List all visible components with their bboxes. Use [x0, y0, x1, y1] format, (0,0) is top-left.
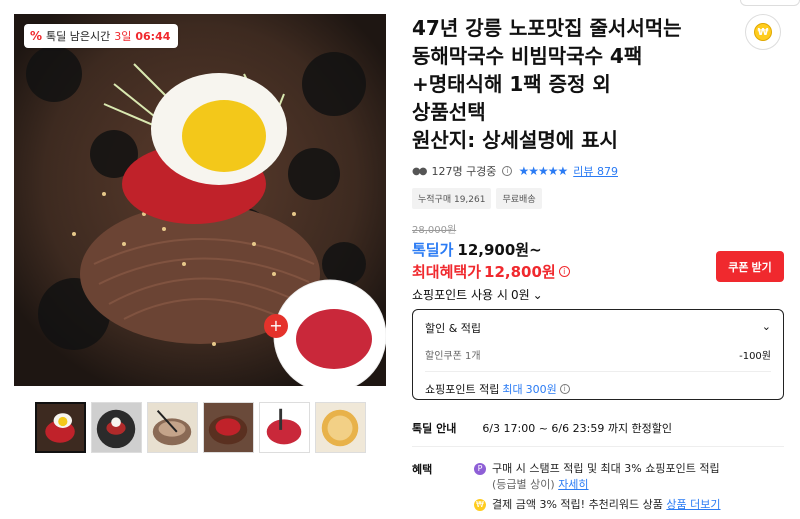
info-icon[interactable]: i: [502, 166, 513, 176]
deal-timer-time: 06:44: [135, 29, 171, 43]
coupon-amount: -100원: [739, 351, 771, 362]
benefits-list: P 구매 시 스탬프 적립 및 최대 3% 쇼핑포인트 적립 (등급별 상이) …: [474, 461, 784, 517]
points-max-value: 300원: [525, 383, 557, 396]
deal-price-value: 12,900원~: [457, 241, 542, 259]
product-tags: 누적구매 19,261 무료배송: [412, 188, 542, 209]
deal-price: 톡딜가 12,900원~: [412, 239, 542, 260]
get-coupon-button[interactable]: 쿠폰 받기: [716, 251, 784, 282]
info-icon[interactable]: i: [559, 384, 570, 394]
thumbnail-2[interactable]: [91, 402, 142, 453]
thumbnail-3[interactable]: [147, 402, 198, 453]
top-pill: [740, 0, 800, 6]
deal-timer-label: 톡딜 남은시간: [46, 30, 111, 43]
coupon-label: 할인쿠폰 1개: [425, 351, 481, 362]
coupon-row: 할인쿠폰 1개 -100원: [425, 347, 771, 362]
list-item: ₩ 결제 금액 3% 적립! 추천리워드 상품 상품 더보기: [474, 497, 784, 513]
coin-icon: ₩: [754, 23, 772, 41]
benefit-1-sub: (등급별 상이): [492, 478, 555, 491]
divider: [425, 371, 771, 372]
max-benefit-price: 최대혜택가 12,800원 i: [412, 261, 570, 282]
chevron-down-icon: ⌄: [532, 287, 543, 302]
points-earn-label: 쇼핑포인트 적립: [425, 383, 500, 396]
list-item: P 구매 시 스탬프 적립 및 최대 3% 쇼핑포인트 적립 (등급별 상이) …: [474, 461, 784, 493]
noodle-photo: +: [14, 14, 386, 386]
discount-and-points-box: 할인 & 적립 ⌄ 할인쿠폰 1개 -100원 쇼핑포인트 적립 최대 300원…: [412, 309, 784, 400]
benefit-box-header[interactable]: 할인 & 적립 ⌄: [425, 320, 771, 336]
deal-guide-row: 톡딜 안내 6/3 17:00 ~ 6/6 23:59 까지 한정할인: [412, 420, 672, 436]
benefits-key: 혜택: [412, 463, 433, 476]
tag-free-shipping: 무료배송: [496, 188, 542, 209]
points-use-label: 쇼핑포인트 사용 시: [412, 288, 508, 302]
points-earn-row: 쇼핑포인트 적립 최대 300원 i: [425, 381, 771, 397]
talk-coin-button[interactable]: ₩: [745, 14, 781, 50]
max-benefit-value: 12,800원: [484, 263, 556, 281]
product-title: 47년 강릉 노포맛집 줄서서먹는 동해막국수 비빔막국수 4팩 +명태식해 1…: [412, 16, 682, 152]
deal-timer-days: 3일: [114, 30, 132, 43]
deal-timer-badge: % 톡딜 남은시간 3일 06:44: [24, 24, 179, 48]
deal-price-label: 톡딜가: [412, 241, 454, 259]
thumbnail-6[interactable]: [315, 402, 366, 453]
points-use-dropdown[interactable]: 쇼핑포인트 사용 시 0원 ⌄: [412, 286, 543, 303]
max-benefit-label: 최대혜택가: [412, 263, 482, 281]
benefit-box-title: 할인 & 적립: [425, 322, 482, 335]
details-link[interactable]: 자세히: [558, 478, 588, 491]
thumbnail-4[interactable]: [203, 402, 254, 453]
points-max-label: 최대: [502, 383, 523, 396]
review-link[interactable]: 리뷰 879: [573, 163, 618, 179]
svg-text:+: +: [269, 316, 282, 335]
viewers-count: 127명 구경중: [431, 165, 497, 178]
deal-guide-key: 톡딜 안내: [412, 422, 457, 435]
tag-cumulative-purchases: 누적구매 19,261: [412, 188, 492, 209]
chevron-down-icon: ⌄: [761, 320, 771, 333]
eyes-icon: ●●: [412, 165, 428, 177]
thumbnail-strip: [35, 402, 366, 453]
thumbnail-5[interactable]: [259, 402, 310, 453]
coin-icon: ₩: [474, 499, 486, 511]
main-product-image[interactable]: + % 톡딜 남은시간 3일 06:44: [14, 14, 386, 386]
benefit-2-text: 결제 금액 3% 적립! 추천리워드 상품: [492, 498, 663, 511]
percent-icon: %: [30, 29, 43, 43]
original-price: 28,000원: [412, 225, 457, 236]
product-meta: ●● 127명 구경중 i ★★★★★ 리뷰 879: [412, 163, 618, 179]
points-icon: P: [474, 463, 486, 475]
more-products-link[interactable]: 상품 더보기: [666, 498, 720, 511]
rating-stars: ★★★★★: [518, 164, 568, 178]
divider: [412, 446, 784, 447]
info-icon[interactable]: i: [558, 266, 570, 277]
thumbnail-1[interactable]: [35, 402, 86, 453]
deal-guide-value: 6/3 17:00 ~ 6/6 23:59 까지 한정할인: [482, 422, 673, 435]
points-use-value: 0원: [510, 288, 530, 302]
benefit-1-text: 구매 시 스탬프 적립 및 최대 3% 쇼핑포인트 적립: [492, 462, 720, 475]
